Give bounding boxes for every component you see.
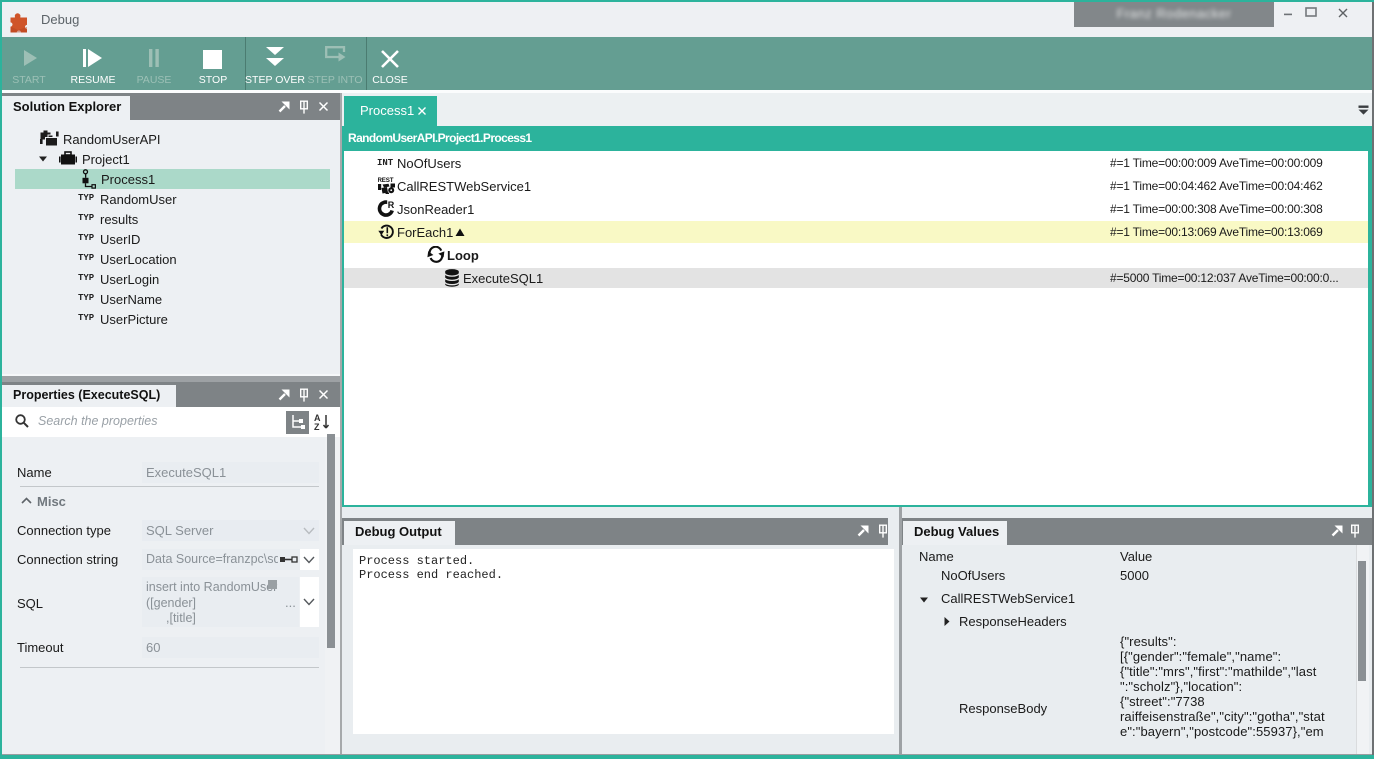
svg-text:REST: REST — [378, 177, 394, 184]
svg-text:R: R — [388, 200, 395, 210]
svg-text:Z: Z — [314, 422, 320, 432]
